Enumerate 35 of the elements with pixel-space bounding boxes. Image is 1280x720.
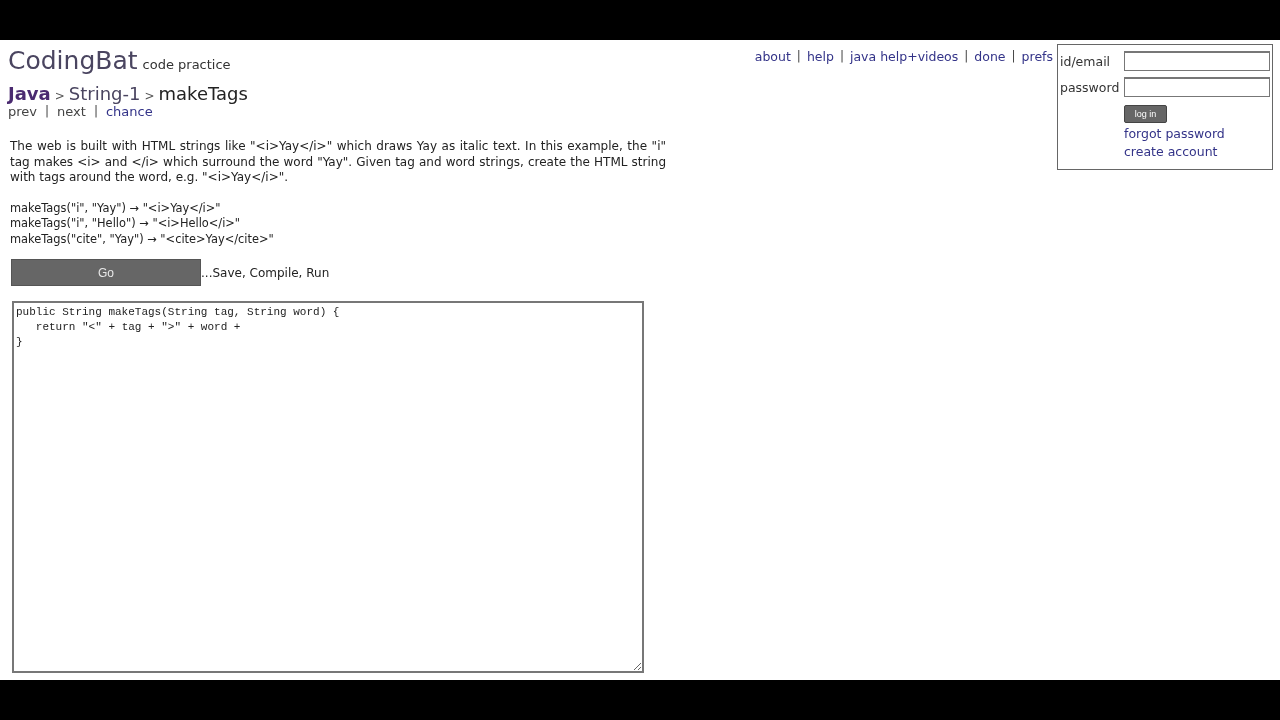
nav-link[interactable]: help xyxy=(806,49,834,64)
example-line: makeTags("i", "Yay") → "<i>Yay</i>" xyxy=(10,200,222,216)
site-logo: CodingBat xyxy=(8,46,138,75)
pager-link[interactable]: chance xyxy=(105,104,153,119)
go-button[interactable]: Go xyxy=(11,259,201,286)
go-hint: ...Save, Compile, Run xyxy=(201,265,330,280)
pipe-separator: | xyxy=(93,104,98,119)
breadcrumb-link[interactable]: Java xyxy=(8,83,51,104)
breadcrumb-link[interactable]: String-1 xyxy=(68,83,141,104)
nav-link[interactable]: java help+videos xyxy=(849,49,959,64)
site-tagline: code practice xyxy=(142,57,231,72)
id-email-field[interactable] xyxy=(1124,51,1270,71)
breadcrumb-separator: > xyxy=(144,89,155,103)
pipe-separator: | xyxy=(1011,49,1016,64)
account-link[interactable]: forgot password xyxy=(1124,126,1225,141)
pager-link[interactable]: next xyxy=(57,104,86,119)
pager-link[interactable]: prev xyxy=(8,104,37,119)
field-label: password xyxy=(1060,79,1121,95)
pipe-separator: | xyxy=(839,49,844,64)
pipe-separator: | xyxy=(964,49,969,64)
breadcrumb-link[interactable]: makeTags xyxy=(158,83,248,104)
account-link[interactable]: create account xyxy=(1124,144,1218,159)
code-editor[interactable]: public String makeTags(String tag, String word) { return "<" + tag + ">" + word + } xyxy=(12,301,644,673)
pipe-separator: | xyxy=(45,104,50,119)
password-field[interactable] xyxy=(1124,77,1270,97)
nav-link[interactable]: done xyxy=(974,49,1006,64)
login-button[interactable]: log in xyxy=(1124,105,1167,123)
problem-description: The web is built with HTML strings like "<i>Yay</i>" which draws Yay as italic text. In this example, the "i" tag makes <i> and </i> which surround the word "Yay". Given tag and word strings, create the HTML string with tags around the word, e.g. "<i>Yay</i>". xyxy=(10,139,666,186)
field-label: id/email xyxy=(1060,53,1112,69)
nav-link[interactable]: about xyxy=(754,49,791,64)
example-line: makeTags("cite", "Yay") → "<cite>Yay</cite>" xyxy=(10,231,275,247)
pipe-separator: | xyxy=(796,49,801,64)
breadcrumb-separator: > xyxy=(54,89,65,103)
nav-link[interactable]: prefs xyxy=(1021,49,1053,64)
example-line: makeTags("i", "Hello") → "<i>Hello</i>" xyxy=(10,216,242,232)
